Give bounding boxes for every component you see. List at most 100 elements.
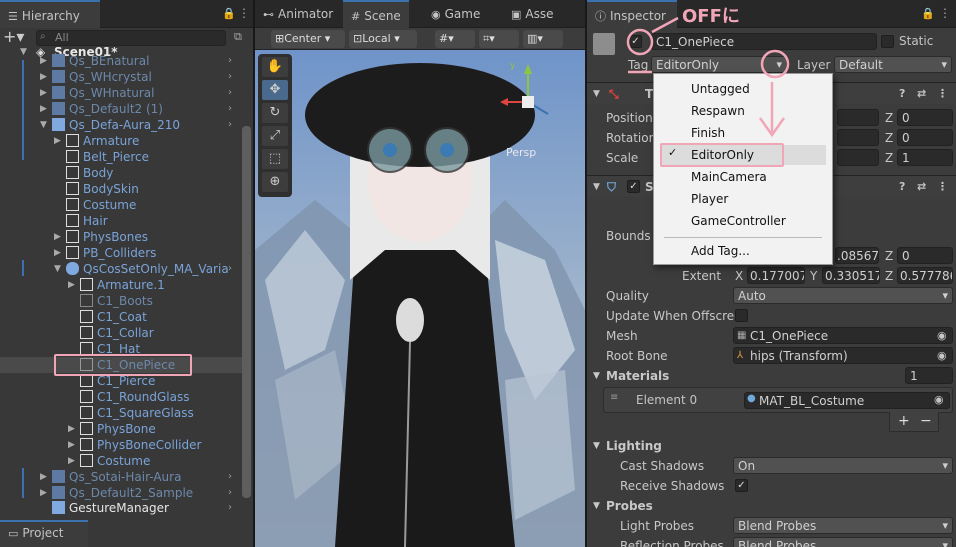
list-item[interactable]: ▶ Qs_Sotai-Hair-Aura › [0,469,242,485]
lock-icon[interactable]: 🔒 [921,7,935,20]
list-item[interactable]: ▼ Qs_Defa-Aura_210 › [0,117,242,133]
static-checkbox[interactable] [881,35,894,48]
list-item[interactable]: C1_Collar [0,325,242,341]
foldout-arrow-icon[interactable]: ▼ [593,496,600,516]
filter-icon[interactable]: ⧉ [234,30,242,44]
lock-icon[interactable]: 🔒 [222,7,236,20]
list-item[interactable]: C1_Boots [0,293,242,309]
snap-increment-button[interactable]: ⌗▾ [479,30,519,48]
object-picker-icon[interactable]: ◉ [937,346,947,366]
tab-asset-store[interactable]: ▣ Asse [503,0,562,28]
pivot-center-button[interactable]: ⊞Center ▾ [271,30,345,48]
remove-element-button[interactable]: − [920,413,932,429]
layer-dropdown[interactable]: Default [834,56,952,73]
menu-item-add-tag[interactable]: Add Tag... [691,242,750,260]
tab-animator[interactable]: ⊷ Animator [255,0,341,28]
tab-project[interactable]: ▭ Project [0,520,88,547]
position-z-field[interactable]: 0 [897,109,953,126]
transform-tool-icon[interactable]: ⊕ [262,172,288,192]
rect-tool-icon[interactable]: ⬚ [262,149,288,169]
list-item[interactable]: Costume [0,197,242,213]
help-icon[interactable]: ? [899,176,905,198]
tab-hierarchy[interactable]: ☰ Hierarchy [0,0,100,28]
list-item[interactable]: ▶ Qs_Default2_Sample › [0,485,242,501]
quality-dropdown[interactable]: Auto [733,287,953,304]
receive-shadows-checkbox[interactable]: ✓ [735,479,748,492]
move-tool-icon[interactable]: ✥ [262,80,288,100]
list-item[interactable]: ▶ PhysBoneCollider [0,437,242,453]
local-icon: ⊡ [353,32,363,45]
list-item[interactable]: ▶ Qs_WHcrystal › [0,69,242,85]
reflection-probes-dropdown[interactable]: Blend Probes [733,537,953,547]
scale-z-field[interactable]: 1 [897,149,953,166]
root-bone-field[interactable]: hips (Transform) [733,347,953,364]
cast-shadows-dropdown[interactable]: On [733,457,953,474]
list-item[interactable]: ▶ PhysBones [0,229,242,245]
lighting-row[interactable]: ▼ Lighting [587,436,956,456]
preset-icon[interactable]: ⇄ [917,83,926,105]
preset-icon[interactable]: ⇄ [917,176,926,198]
hierarchy-tab-label: Hierarchy [21,9,80,23]
list-item[interactable]: ▶ Qs_BEnatural › [0,53,242,69]
foldout-arrow-icon[interactable]: ▼ [593,83,600,105]
list-item[interactable]: ▶ Qs_WHnatural › [0,85,242,101]
bounds-center-y-field[interactable]: .085674 [835,247,879,264]
update-offscreen-checkbox[interactable] [735,309,748,322]
extent-x-field[interactable]: 0.177007 [747,267,805,284]
scene-grid-icon: # [351,10,361,23]
persp-label[interactable]: Persp [506,146,536,159]
foldout-arrow-icon[interactable]: ▼ [593,436,600,456]
foldout-arrow-icon[interactable]: ▼ [593,176,600,198]
list-item[interactable]: ▶ Qs_Default2 (1) › [0,101,242,117]
element0-material-field[interactable]: MAT_BL_Costume [744,392,950,409]
mesh-field[interactable]: C1_OnePiece [733,327,953,344]
annotation-highlight-hierarchy [54,354,192,376]
object-picker-icon[interactable]: ◉ [937,326,947,346]
space-local-button[interactable]: ⊡Local ▾ [349,30,417,48]
menu-dots-icon[interactable]: ⋮ [238,6,250,20]
renderer-enabled-checkbox[interactable]: ✓ [627,180,640,193]
tab-scene[interactable]: # Scene [343,0,409,28]
list-item[interactable]: BodySkin [0,181,242,197]
light-probes-dropdown[interactable]: Blend Probes [733,517,953,534]
list-item[interactable]: Body [0,165,242,181]
tab-game[interactable]: ◉ Game [423,0,488,28]
extent-z-field[interactable]: 0.577786 [897,267,953,284]
add-element-button[interactable]: + [898,413,910,429]
extent-y-field[interactable]: 0.330517 [822,267,880,284]
list-item[interactable]: GestureManager › [0,500,242,516]
list-item[interactable]: ▶ Armature.1 [0,277,242,293]
hierarchy-scrollbar[interactable] [242,126,251,498]
hand-tool-icon[interactable]: ✋ [262,57,288,77]
probes-row[interactable]: ▼ Probes [587,496,956,516]
rotation-y-field[interactable] [837,129,879,146]
list-item[interactable]: C1_RoundGlass [0,389,242,405]
list-item[interactable]: ▶ PhysBone [0,421,242,437]
menu-item-player[interactable]: Player [691,190,728,208]
help-icon[interactable]: ? [899,83,905,105]
bounds-center-z-field[interactable]: 0 [897,247,953,264]
position-y-field[interactable] [837,109,879,126]
list-item[interactable]: ▶ Armature [0,133,242,149]
menu-dots-icon[interactable]: ⋮ [939,6,951,20]
drag-handle-icon[interactable]: ≡ [610,392,618,403]
foldout-arrow-icon[interactable]: ▼ [593,366,600,386]
object-picker-icon[interactable]: ◉ [934,393,944,406]
rotate-tool-icon[interactable]: ↻ [262,103,288,123]
list-item[interactable]: C1_SquareGlass [0,405,242,421]
list-item[interactable]: Belt_Pierce [0,149,242,165]
list-item[interactable]: ▶ Costume [0,453,242,469]
scale-y-field[interactable] [837,149,879,166]
rotation-z-field[interactable]: 0 [897,129,953,146]
menu-item-gamecontroller[interactable]: GameController [691,212,786,230]
list-item[interactable]: C1_Coat [0,309,242,325]
grid-snap-button[interactable]: #▾ [435,30,475,48]
menu-dots-icon[interactable]: ⋮ [937,83,948,105]
materials-size-field[interactable]: 1 [905,367,953,384]
list-item[interactable]: ▶ PB_Colliders [0,245,242,261]
render-mode-button[interactable]: ▥▾ [523,30,563,48]
scale-tool-icon[interactable]: ⤢ [262,126,288,146]
list-item[interactable]: Hair [0,213,242,229]
list-item[interactable]: ▼ QsCosSetOnly_MA_Varia › [0,261,242,277]
menu-dots-icon[interactable]: ⋮ [937,176,948,198]
